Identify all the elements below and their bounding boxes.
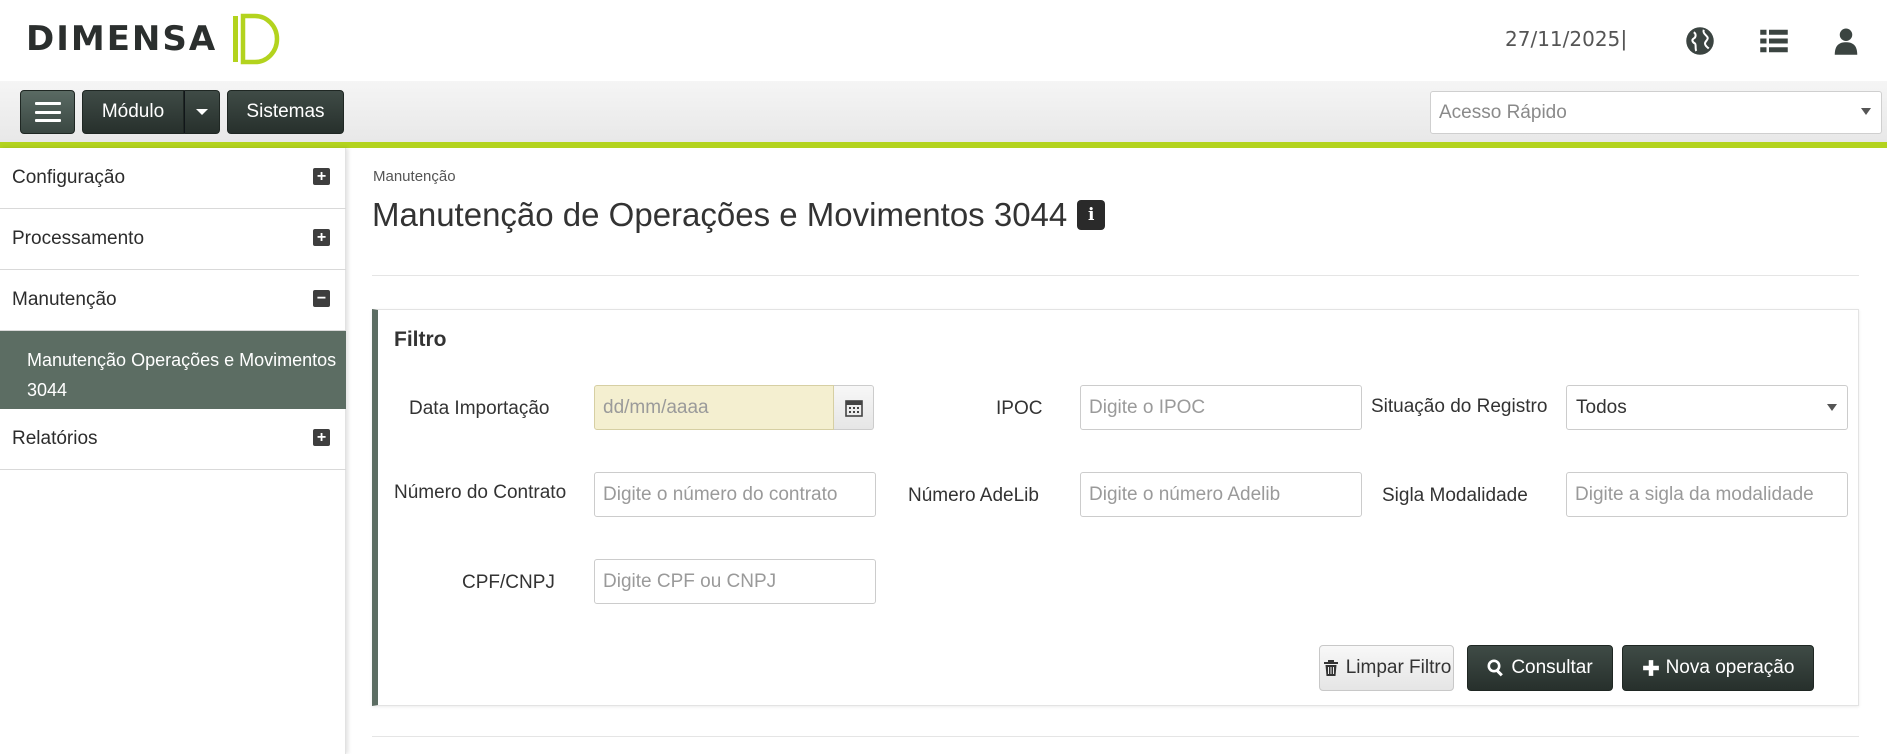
situacao-select[interactable]: Todos (1566, 385, 1848, 430)
sidebar-nav: Configuração + Processamento + Manutençã… (0, 148, 346, 754)
page-title: Manutenção de Operações e Movimentos 304… (372, 196, 1106, 234)
header-separator: | (1621, 26, 1627, 51)
divider (372, 275, 1859, 276)
sidebar-item-label: Configuração (12, 167, 126, 188)
expand-plus-icon[interactable]: + (313, 168, 330, 185)
quick-access-select[interactable]: Acesso Rápido (1430, 91, 1882, 134)
situacao-label: Situação do Registro (1371, 396, 1548, 417)
current-date: 27/11/2025 (1505, 27, 1621, 51)
sidebar-item-manutencao[interactable]: Manutenção − (0, 270, 346, 331)
data-importacao-input[interactable] (594, 385, 834, 430)
page-title-text: Manutenção de Operações e Movimentos 304… (372, 196, 1068, 233)
collapse-minus-icon[interactable]: − (313, 290, 330, 307)
list-icon[interactable] (1757, 24, 1791, 58)
numero-contrato-label: Número do Contrato (394, 482, 567, 503)
ipoc-label: IPOC (996, 398, 1043, 419)
chevron-down-icon (1861, 108, 1871, 115)
numero-contrato-input[interactable] (594, 472, 876, 517)
breadcrumb: Manutenção (373, 168, 456, 185)
consult-button[interactable]: Consultar (1467, 645, 1613, 691)
sigla-modalidade-label: Sigla Modalidade (1382, 485, 1528, 506)
new-operation-button[interactable]: Nova operação (1622, 645, 1814, 691)
dimensa-logo[interactable]: DIMENSA (26, 10, 285, 68)
caret-down-icon (196, 109, 208, 115)
calendar-icon (844, 399, 863, 417)
logo-mark-icon (233, 13, 280, 65)
consult-label: Consultar (1511, 657, 1593, 678)
globe-icon[interactable] (1683, 24, 1717, 58)
numero-adelib-input[interactable] (1080, 472, 1362, 517)
sigla-modalidade-input[interactable] (1566, 472, 1848, 517)
main-toolbar: Módulo Sistemas Acesso Rápido (0, 81, 1887, 142)
data-importacao-label: Data Importação (409, 398, 550, 419)
sistemas-button[interactable]: Sistemas (227, 90, 344, 134)
quick-access-placeholder: Acesso Rápido (1439, 101, 1567, 123)
logo-text: DIMENSA (26, 19, 218, 59)
situacao-value: Todos (1576, 396, 1627, 418)
expand-plus-icon[interactable]: + (313, 429, 330, 446)
sidebar-item-configuracao[interactable]: Configuração + (0, 148, 346, 209)
numero-adelib-label: Número AdeLib (908, 485, 1039, 506)
sidebar-subitem-active[interactable]: Manutenção Operações e Movimentos 3044 (0, 331, 346, 409)
clear-filter-label: Limpar Filtro (1345, 657, 1452, 678)
modulo-button[interactable]: Módulo (82, 90, 184, 134)
divider (372, 736, 1859, 737)
sidebar-item-label: Processamento (12, 228, 145, 249)
sidebar-item-processamento[interactable]: Processamento + (0, 209, 346, 270)
plus-icon (1642, 660, 1659, 676)
info-icon[interactable]: i (1077, 200, 1106, 230)
user-icon[interactable] (1829, 24, 1863, 58)
sidebar-item-label: Manutenção (12, 289, 117, 310)
cpf-cnpj-input[interactable] (594, 559, 876, 604)
filter-title: Filtro (394, 328, 447, 351)
ipoc-input[interactable] (1080, 385, 1362, 430)
hamburger-icon (34, 102, 61, 122)
hamburger-menu-button[interactable] (20, 90, 75, 134)
app-header: DIMENSA 27/11/2025 | (0, 0, 1887, 81)
calendar-button[interactable] (834, 385, 874, 430)
sidebar-item-label: Relatórios (12, 428, 98, 449)
cpf-cnpj-label: CPF/CNPJ (462, 572, 555, 593)
search-icon (1487, 659, 1504, 677)
clear-filter-button[interactable]: Limpar Filtro (1319, 645, 1454, 691)
sidebar-item-relatorios[interactable]: Relatórios + (0, 409, 346, 470)
expand-plus-icon[interactable]: + (313, 229, 330, 246)
modulo-dropdown-toggle[interactable] (184, 90, 220, 134)
filter-panel: Filtro Data Importação IPOC Situação do … (372, 309, 1859, 706)
trash-icon (1323, 660, 1338, 676)
new-operation-label: Nova operação (1665, 657, 1795, 678)
chevron-down-icon (1827, 404, 1837, 411)
